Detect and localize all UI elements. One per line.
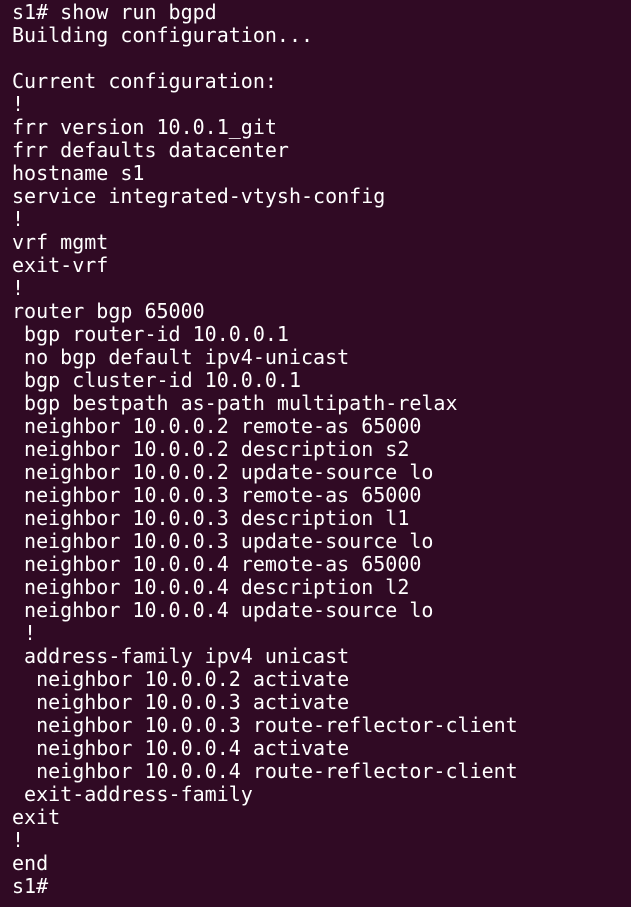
output-line: neighbor 10.0.0.4 remote-as 65000 xyxy=(12,552,422,576)
output-line: address-family ipv4 unicast xyxy=(12,644,350,668)
output-line: ! xyxy=(12,828,25,852)
output-line: neighbor 10.0.0.2 remote-as 65000 xyxy=(12,414,422,438)
output-line: neighbor 10.0.0.2 activate xyxy=(12,667,350,691)
output-line: service integrated-vtysh-config xyxy=(12,184,386,208)
output-line: ! xyxy=(12,207,25,231)
output-line: ! xyxy=(12,621,37,645)
shell-prompt[interactable]: s1# xyxy=(12,875,631,898)
output-line: neighbor 10.0.0.4 description l2 xyxy=(12,575,410,599)
output-line: neighbor 10.0.0.3 description l1 xyxy=(12,506,410,530)
command-line: s1# show run bgpd xyxy=(12,0,217,24)
output-line: frr defaults datacenter xyxy=(12,138,289,162)
output-line: neighbor 10.0.0.4 activate xyxy=(12,736,350,760)
output-line: ! xyxy=(12,276,25,300)
output-line: router bgp 65000 xyxy=(12,299,205,323)
output-line: frr version 10.0.1_git xyxy=(12,115,277,139)
output-line: end xyxy=(12,851,49,875)
output-line: Current configuration: xyxy=(12,69,277,93)
output-line: neighbor 10.0.0.4 route-reflector-client xyxy=(12,759,518,783)
output-line: exit-address-family xyxy=(12,782,253,806)
output-line: no bgp default ipv4-unicast xyxy=(12,345,350,369)
output-line: Building configuration... xyxy=(12,23,314,47)
output-line: bgp router-id 10.0.0.1 xyxy=(12,322,289,346)
output-line: neighbor 10.0.0.4 update-source lo xyxy=(12,598,434,622)
output-line: hostname s1 xyxy=(12,161,145,185)
output-line: ! xyxy=(12,92,25,116)
output-line: neighbor 10.0.0.2 description s2 xyxy=(12,437,410,461)
output-line: neighbor 10.0.0.3 remote-as 65000 xyxy=(12,483,422,507)
output-line: neighbor 10.0.0.3 update-source lo xyxy=(12,529,434,553)
output-line: neighbor 10.0.0.3 activate xyxy=(12,690,350,714)
terminal-window[interactable]: s1# show run bgpd Building configuration… xyxy=(0,0,631,907)
output-line: neighbor 10.0.0.2 update-source lo xyxy=(12,460,434,484)
output-line: exit-vrf xyxy=(12,253,109,277)
output-line: vrf mgmt xyxy=(12,230,109,254)
output-line: bgp cluster-id 10.0.0.1 xyxy=(12,368,301,392)
output-line: exit xyxy=(12,805,61,829)
output-line: neighbor 10.0.0.3 route-reflector-client xyxy=(12,713,518,737)
output-line: bgp bestpath as-path multipath-relax xyxy=(12,391,458,415)
